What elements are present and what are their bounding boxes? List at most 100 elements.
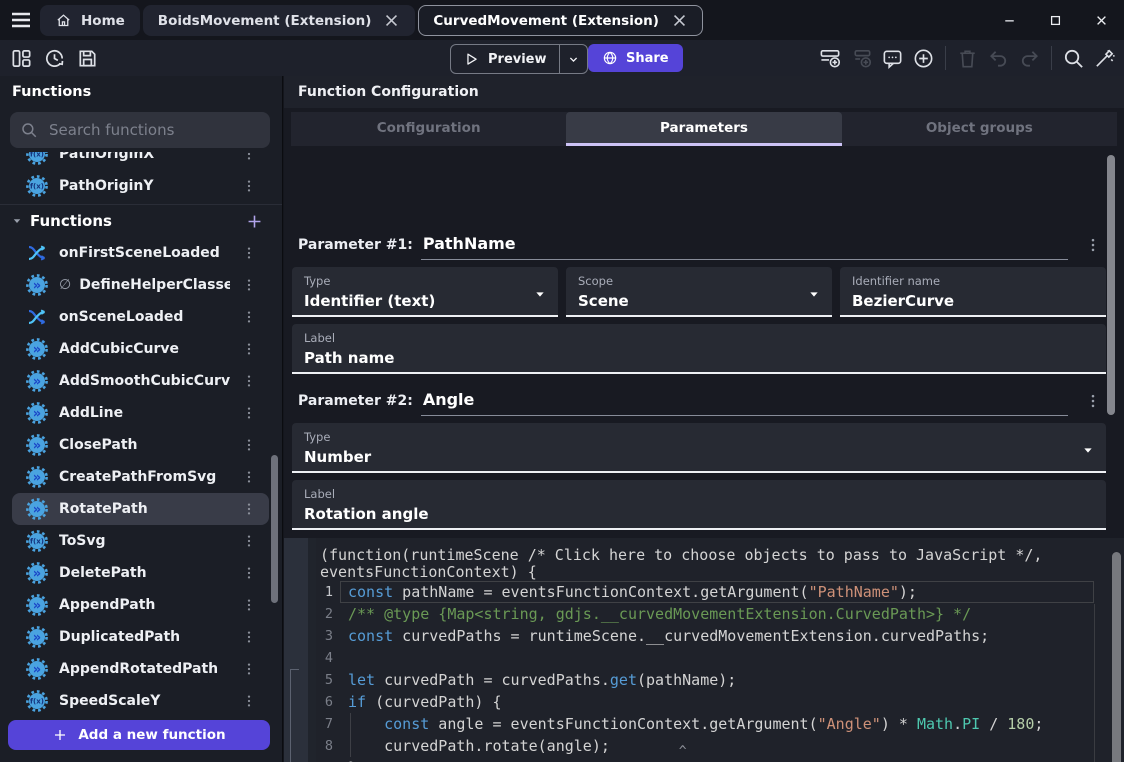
sidebar-item-tosvg[interactable]: f(x)ToSvg bbox=[12, 525, 269, 557]
add-circle-icon[interactable] bbox=[911, 46, 936, 71]
parameter-name-input[interactable]: Angle bbox=[421, 390, 1068, 416]
code-line-8[interactable]: 8 curvedPath.rotate(angle); bbox=[316, 735, 1124, 757]
label-field[interactable]: LabelPath name bbox=[292, 324, 1106, 374]
magic-wand-icon[interactable] bbox=[1092, 46, 1117, 71]
chevron-down-icon bbox=[566, 52, 581, 67]
menu-icon[interactable] bbox=[9, 8, 33, 32]
sidebar-item-addcubiccurve[interactable]: »AddCubicCurve bbox=[12, 333, 269, 365]
item-menu-icon[interactable] bbox=[241, 341, 257, 357]
window-tab-boidsmovement-extension[interactable]: BoidsMovement (Extension) bbox=[143, 5, 416, 36]
search-icon[interactable] bbox=[1061, 46, 1086, 71]
item-menu-icon[interactable] bbox=[241, 629, 257, 645]
item-menu-icon[interactable] bbox=[241, 405, 257, 421]
sidebar-item-appendpath[interactable]: »AppendPath bbox=[12, 589, 269, 621]
close-tab-icon[interactable] bbox=[671, 12, 688, 29]
code-line-5[interactable]: 5let curvedPath = curvedPaths.get(pathNa… bbox=[316, 669, 1124, 691]
sidebar-item-onsceneloaded[interactable]: onSceneLoaded bbox=[12, 301, 269, 333]
field-value: Path name bbox=[304, 349, 1094, 367]
share-button[interactable]: Share bbox=[588, 44, 683, 72]
sidebar-item-speedscaley[interactable]: f(x)SpeedScaleY bbox=[12, 685, 269, 716]
code-header-line[interactable]: (function(runtimeScene /* Click here to … bbox=[316, 547, 1124, 564]
toolbar-right-icons bbox=[818, 45, 1117, 71]
line-number: 9 bbox=[316, 757, 348, 762]
toolbar-left-icons bbox=[10, 47, 99, 70]
collapse-caret-icon[interactable] bbox=[11, 215, 23, 227]
type-field[interactable]: TypeNumber bbox=[292, 423, 1106, 473]
preview-button[interactable]: Preview bbox=[450, 44, 588, 74]
item-menu-icon[interactable] bbox=[241, 437, 257, 453]
parameter-fields-row: TypeNumber bbox=[292, 423, 1106, 473]
item-menu-icon[interactable] bbox=[241, 277, 257, 293]
tab-configuration[interactable]: Configuration bbox=[291, 112, 566, 146]
code-line-1[interactable]: 1const pathName = eventsFunctionContext.… bbox=[316, 581, 1124, 603]
parameter-menu-icon[interactable] bbox=[1084, 236, 1102, 254]
item-menu-icon[interactable] bbox=[241, 152, 257, 162]
add-function-icon[interactable] bbox=[245, 212, 264, 231]
sidebar-item-appendrotatedpath[interactable]: »AppendRotatedPath bbox=[12, 653, 269, 685]
sidebar-item-rotatepath[interactable]: »RotatePath bbox=[12, 493, 269, 525]
sidebar-item-deletepath[interactable]: »DeletePath bbox=[12, 557, 269, 589]
fx-function-icon: f(x) bbox=[26, 152, 48, 165]
item-menu-icon[interactable] bbox=[241, 501, 257, 517]
code-line-3[interactable]: 3const curvedPaths = runtimeScene.__curv… bbox=[316, 625, 1124, 647]
item-menu-icon[interactable] bbox=[241, 693, 257, 709]
preview-dropdown-button[interactable] bbox=[559, 45, 587, 73]
close-tab-icon[interactable] bbox=[383, 12, 400, 29]
search-input[interactable] bbox=[47, 120, 260, 140]
item-menu-icon[interactable] bbox=[241, 245, 257, 261]
tab-parameters[interactable]: Parameters bbox=[566, 112, 841, 146]
panels-icon[interactable] bbox=[10, 47, 33, 70]
minimize-button[interactable] bbox=[986, 0, 1032, 40]
sidebar-item-createpathfromsvg[interactable]: »CreatePathFromSvg bbox=[12, 461, 269, 493]
history-icon[interactable] bbox=[43, 47, 66, 70]
tab-object-groups[interactable]: Object groups bbox=[842, 112, 1117, 146]
sidebar-item-pathoriginx[interactable]: f(x)PathOriginX bbox=[12, 152, 269, 170]
editor-scrollbar[interactable] bbox=[1112, 552, 1121, 762]
add-new-function-button[interactable]: Add a new function bbox=[8, 720, 270, 750]
code-line-4[interactable]: 4 bbox=[316, 647, 1124, 669]
parameters-scrollbar[interactable] bbox=[1107, 155, 1115, 415]
add-event-icon[interactable] bbox=[818, 46, 843, 71]
parameter-menu-icon[interactable] bbox=[1084, 392, 1102, 410]
sidebar-item-addsmoothcubiccurve[interactable]: »AddSmoothCubicCurve bbox=[12, 365, 269, 397]
panel-header: Function Configuration bbox=[284, 76, 1124, 108]
window-tab-curvedmovement-extension[interactable]: CurvedMovement (Extension) bbox=[418, 5, 703, 36]
item-menu-icon[interactable] bbox=[241, 469, 257, 485]
add-comment-icon[interactable] bbox=[880, 46, 905, 71]
close-button[interactable] bbox=[1078, 0, 1124, 40]
sidebar-item-duplicatedpath[interactable]: »DuplicatedPath bbox=[12, 621, 269, 653]
parameter-name-input[interactable]: PathName bbox=[421, 234, 1068, 260]
item-menu-icon[interactable] bbox=[241, 597, 257, 613]
item-menu-icon[interactable] bbox=[241, 565, 257, 581]
sidebar-item-onfirstsceneloaded[interactable]: onFirstSceneLoaded bbox=[12, 237, 269, 269]
functions-section-header[interactable]: Functions bbox=[0, 204, 282, 237]
action-function-icon: » bbox=[26, 626, 48, 648]
sidebar-item-addline[interactable]: »AddLine bbox=[12, 397, 269, 429]
sidebar-item-pathoriginy[interactable]: f(x)PathOriginY bbox=[12, 170, 269, 202]
save-icon[interactable] bbox=[76, 47, 99, 70]
code-line-6[interactable]: 6if (curvedPath) { bbox=[316, 691, 1124, 713]
svg-text:f(x): f(x) bbox=[30, 183, 44, 191]
type-field[interactable]: TypeIdentifier (text) bbox=[292, 267, 558, 317]
sidebar-scrollbar[interactable] bbox=[271, 455, 278, 603]
label-field[interactable]: LabelRotation angle bbox=[292, 480, 1106, 530]
search-box[interactable] bbox=[10, 112, 270, 148]
code-line-2[interactable]: 2/** @type {Map<string, gdjs.__curvedMov… bbox=[316, 603, 1124, 625]
window-tab-home[interactable]: Home bbox=[40, 5, 140, 36]
maximize-button[interactable] bbox=[1032, 0, 1078, 40]
item-menu-icon[interactable] bbox=[241, 533, 257, 549]
scope-field[interactable]: ScopeScene bbox=[566, 267, 832, 317]
parameter-heading: Parameter #2: bbox=[298, 393, 413, 416]
code-line-7[interactable]: 7 const angle = eventsFunctionContext.ge… bbox=[316, 713, 1124, 735]
item-menu-icon[interactable] bbox=[241, 178, 257, 194]
code-line-9[interactable]: 9} bbox=[316, 757, 1124, 762]
javascript-code-editor[interactable]: (function(runtimeScene /* Click here to … bbox=[316, 538, 1124, 762]
code-header-line[interactable]: eventsFunctionContext) { bbox=[316, 564, 1124, 581]
collapse-caret[interactable]: ^ bbox=[679, 744, 687, 759]
item-menu-icon[interactable] bbox=[241, 661, 257, 677]
sidebar-item-definehelperclasses[interactable]: »∅DefineHelperClasses bbox=[12, 269, 269, 301]
identifier-name-field[interactable]: Identifier nameBezierCurve bbox=[840, 267, 1106, 317]
item-menu-icon[interactable] bbox=[241, 373, 257, 389]
item-menu-icon[interactable] bbox=[241, 309, 257, 325]
sidebar-item-closepath[interactable]: »ClosePath bbox=[12, 429, 269, 461]
